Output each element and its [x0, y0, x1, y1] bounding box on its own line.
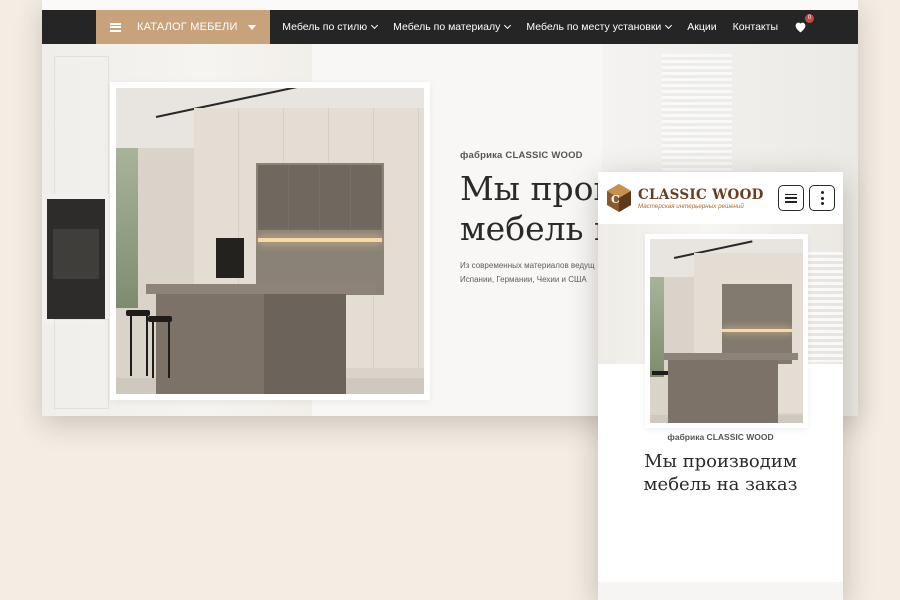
chevron-down-icon: [371, 21, 379, 30]
hero-image-frame: [110, 82, 430, 400]
mobile-factory-label: фабрика CLASSIC WOOD: [667, 432, 774, 442]
navbar: КАТАЛОГ МЕБЕЛИ Мебель по стилю Мебель по…: [42, 10, 858, 44]
logo[interactable]: CLASSIC WOOD Мастерская интерьерных реше…: [638, 187, 764, 210]
menu-item-material[interactable]: Мебель по материалу: [393, 21, 512, 33]
mobile-menu-button[interactable]: [778, 185, 804, 211]
catalog-button[interactable]: КАТАЛОГ МЕБЕЛИ: [96, 10, 270, 44]
menu-icon: [110, 22, 121, 32]
more-vertical-icon: [820, 191, 824, 205]
menu-item-contacts[interactable]: Контакты: [733, 21, 778, 33]
chevron-down-icon: [504, 21, 512, 30]
mobile-bottom-strip: [598, 582, 843, 600]
hero-headline: Мы прои мебель н: [460, 169, 616, 248]
mobile-header-buttons: [778, 185, 835, 211]
menu-item-style[interactable]: Мебель по стилю: [282, 21, 379, 33]
main-menu: Мебель по стилю Мебель по материалу Мебе…: [282, 14, 814, 34]
top-strip: [42, 0, 858, 10]
kitchen-photo: [116, 88, 424, 394]
menu-item-label: Контакты: [732, 21, 778, 33]
mobile-more-button[interactable]: [809, 185, 835, 211]
chevron-down-icon: [665, 21, 673, 30]
hamburger-icon: [785, 193, 797, 203]
logo-mark[interactable]: C: [606, 183, 632, 213]
mobile-mockup: C CLASSIC WOOD Мастерская интерьерных ре…: [598, 172, 843, 600]
menu-item-label: Мебель по материалу: [393, 21, 501, 33]
menu-item-label: Мебель по месту установки: [526, 21, 662, 33]
logo-name: CLASSIC WOOD: [638, 186, 764, 203]
svg-text:C: C: [611, 193, 620, 206]
menu-item-location[interactable]: Мебель по месту установки: [526, 21, 673, 33]
mobile-kitchen-photo: [650, 239, 803, 423]
menu-item-label: Акции: [687, 21, 717, 33]
logo-tagline: Мастерская интерьерных решений: [638, 202, 744, 210]
mobile-header: C CLASSIC WOOD Мастерская интерьерных ре…: [598, 172, 843, 224]
background-oven: [42, 194, 110, 324]
menu-item-sales[interactable]: Акции: [687, 21, 716, 33]
background-cabinet: [54, 56, 109, 206]
catalog-label: КАТАЛОГ МЕБЕЛИ: [137, 21, 238, 33]
hero-text: фабрика CLASSIC WOOD Мы прои мебель н Из…: [460, 150, 616, 287]
mobile-hero-image-frame: [645, 234, 808, 428]
hero-subtext: Из современных материалов ведущ Испании,…: [460, 261, 595, 284]
favorites-count-badge: 0: [805, 14, 814, 23]
favorites-button[interactable]: 0: [794, 14, 814, 34]
mobile-hero-headline: Мы производим мебель на заказ: [643, 451, 798, 495]
mobile-hero-text: фабрика CLASSIC WOOD Мы производим мебел…: [598, 432, 843, 496]
caret-down-icon: [248, 24, 256, 30]
background-cabinet: [54, 319, 109, 409]
menu-item-label: Мебель по стилю: [282, 21, 368, 33]
heart-icon: [795, 22, 806, 33]
factory-label: фабрика CLASSIC WOOD: [460, 150, 583, 161]
